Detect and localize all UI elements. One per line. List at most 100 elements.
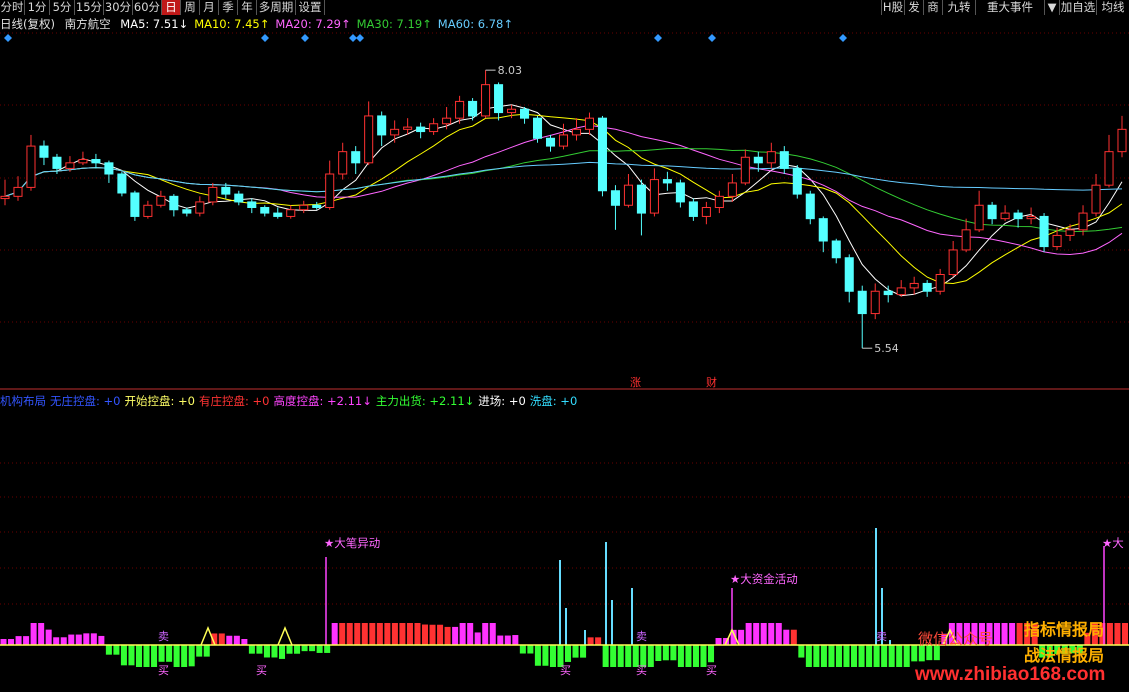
histogram-bar [489,623,496,645]
histogram-bar [519,645,526,654]
candle-body [571,128,582,136]
toolbar-tab[interactable]: 5分 [50,0,75,15]
indicator-value: 无庄控盘: +0 [50,394,121,408]
volume-label: ★大 [1102,536,1124,550]
candle-body [753,156,763,164]
candle-body [52,156,62,169]
volume-label: ★大笔异动 [324,536,380,550]
histogram-bar [15,636,22,645]
toolbar-tab[interactable]: 月 [200,0,219,15]
candle-body [299,204,309,211]
histogram-bar [437,624,444,645]
histogram-bar [595,637,602,645]
ma-line-ma60 [4,161,1123,197]
candle-body [792,167,802,195]
histogram-bar [580,645,587,658]
histogram-bar [331,623,338,645]
histogram-bar [610,645,617,667]
toolbar-right-button[interactable]: 加自选 [1059,0,1097,15]
histogram-bar [38,623,45,645]
histogram-bar [0,639,7,645]
candle-body [442,117,452,125]
candle-body [338,151,348,175]
candle-body [961,229,971,251]
candlesticks[interactable] [0,70,1127,349]
toolbar-right-button[interactable]: 九转 [942,0,976,15]
toolbar-right-button[interactable]: ▼ [1044,0,1060,15]
toolbar-right-button[interactable]: 发 [904,0,924,15]
candle-body [831,240,841,259]
toolbar-tab[interactable]: 周 [181,0,200,15]
cai-label: 财 [706,375,717,389]
histogram-bar [278,645,286,659]
toolbar-right-button[interactable]: 商 [923,0,943,15]
toolbar-tab[interactable]: 多周期 [257,0,296,15]
toolbar-tab[interactable]: 季 [219,0,238,15]
histogram-bar [294,645,301,654]
indicator-histogram: ★大笔异动 ★大资金活动 ★大卖 卖 卖买 买 买 买 买 [0,528,1129,677]
toolbar-tab[interactable]: 年 [238,0,257,15]
histogram-bar [429,624,436,645]
histogram-bar [527,645,534,654]
histogram-bar [542,645,549,666]
toolbar-tab[interactable]: 30分 [104,0,133,15]
indicator-value: 开始控盘: +0 [124,394,195,408]
histogram-bar [587,637,594,645]
toolbar-right-button[interactable]: H股 [881,0,905,15]
candle-body [1039,215,1049,248]
low-price-label: 5.54 [874,342,899,355]
candle-body [610,190,620,206]
candle-body [1078,212,1088,231]
histogram-bar [888,645,895,667]
candle-body [91,158,101,164]
histogram-bar [911,645,918,662]
chart-grid [0,32,1129,605]
histogram-bar [775,623,782,645]
histogram-bar [994,623,1001,645]
candle-body [870,290,880,315]
candle-body [1104,151,1114,186]
histogram-bar [286,645,293,654]
ma-legend: 日线(复权) 南方航空 MA5: 7.51↓ MA10: 7.45↑ MA20: 7… [0,16,525,32]
histogram-bar [173,645,180,667]
candle-body [13,186,23,197]
candle-body [675,182,685,203]
peak-marker [277,626,293,646]
toolbar-right-button[interactable]: 重大事件 [975,0,1045,15]
histogram-bar [226,635,233,645]
histogram-bar [384,623,391,645]
candle-body [260,207,270,214]
toolbar-tab[interactable]: 日 [162,0,181,15]
candle-body [714,195,724,208]
histogram-bar [1009,623,1016,645]
histogram-bar [866,645,873,667]
candle-body [623,184,633,206]
toolbar-tab[interactable]: 1分 [25,0,50,15]
toolbar-right-button[interactable]: 均线 [1096,0,1129,15]
candle-body [286,209,296,217]
toolbar-tab[interactable]: 设置 [296,0,325,15]
toolbar-tab[interactable]: 分时 [0,0,25,15]
toolbar-tab[interactable]: 60分 [133,0,162,15]
period-toolbar: 分时 1分 5分 15分 30分 60分日周月季年多周期 设置 H股发商九转 重大事件 ▼ 加自选均… [0,0,1129,16]
histogram-bar [361,623,368,645]
histogram-bar [90,633,97,645]
histogram-bar [391,623,398,645]
candle-body [987,204,997,220]
histogram-bar [60,637,67,645]
histogram-bar [692,645,699,667]
histogram-bar [474,632,481,645]
candle-body [1065,229,1075,236]
event-diamond [708,34,716,42]
kline-chart[interactable]: 8.03 5.54 涨 财 ★大笔异动 ★大资金活动 ★大卖 卖 卖买 买 买 买 买 [0,0,1129,692]
sell-label: 卖 [876,630,887,643]
toolbar-tab[interactable]: 15分 [75,0,104,15]
indicator-value: 洗盘: +0 [529,394,578,408]
histogram-bar [1121,623,1128,645]
histogram-bar [263,645,270,658]
candle-body [78,158,88,164]
histogram-bar [30,623,37,645]
candle-body [1052,234,1062,248]
histogram-bar [851,645,858,667]
histogram-bar [467,623,474,645]
